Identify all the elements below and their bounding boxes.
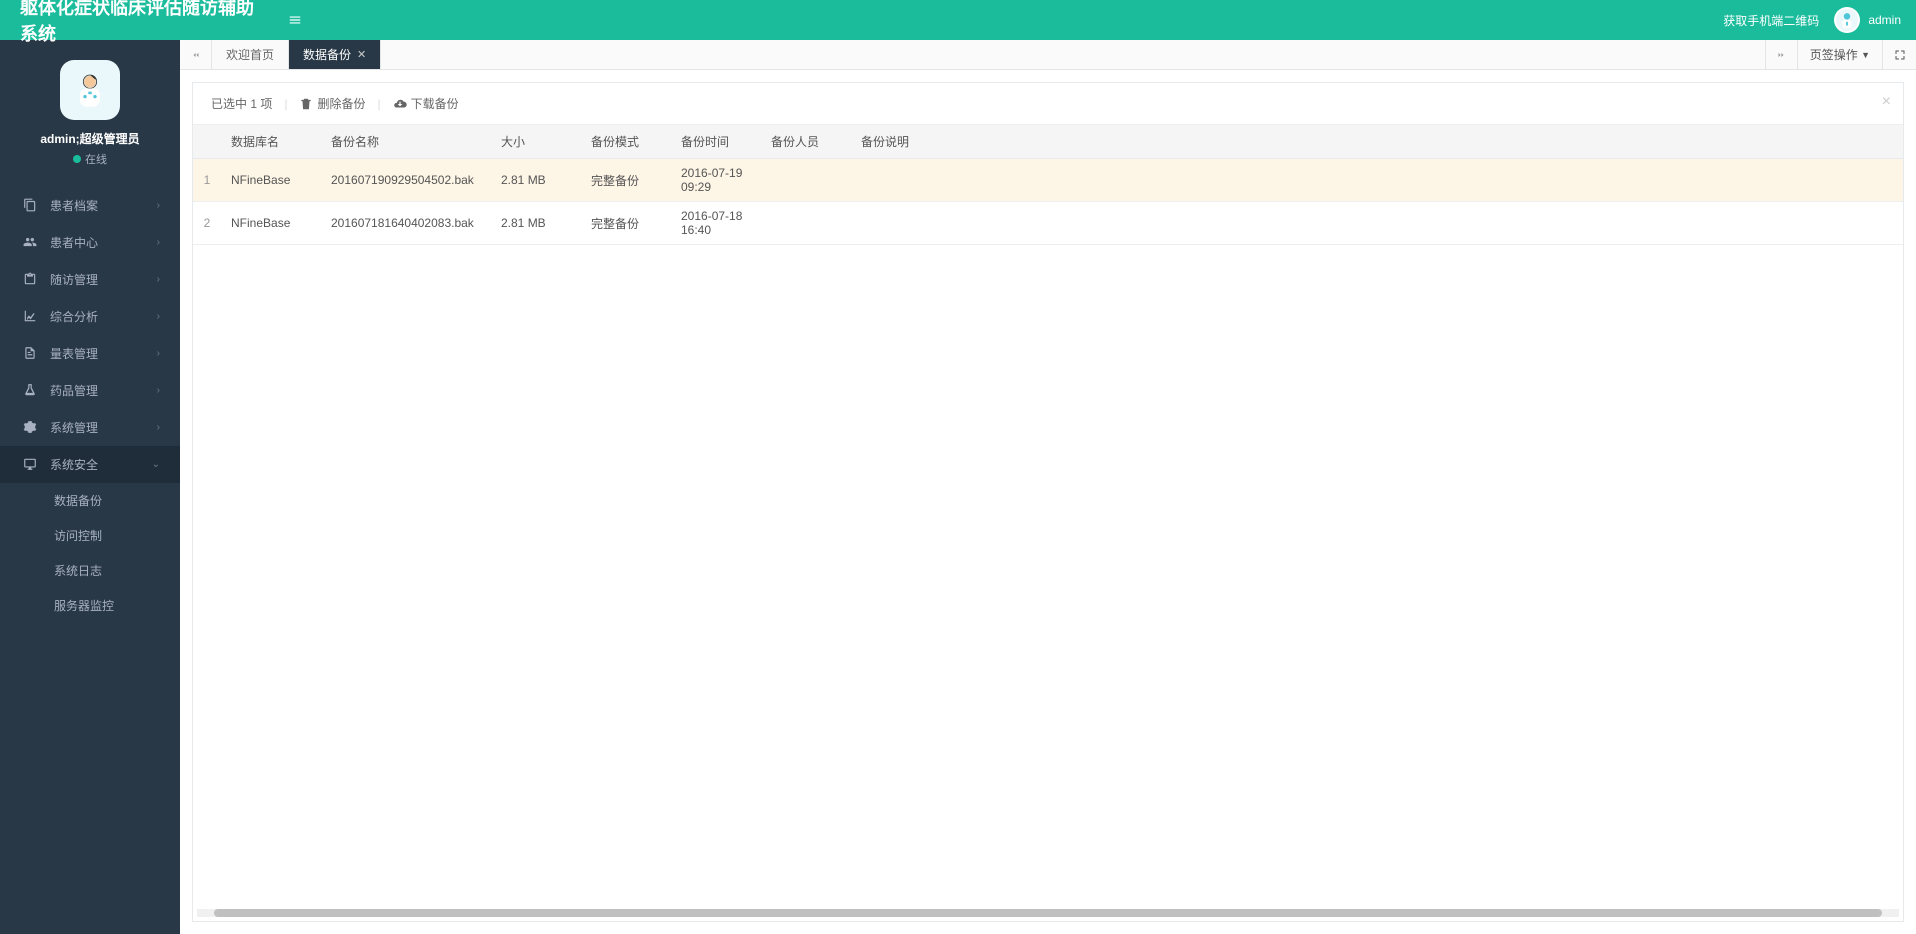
cloud-download-icon [393,97,407,111]
top-header: 躯体化症状临床评估随访辅助系统 获取手机端二维码 admin [0,0,1916,40]
sidebar-item-scale[interactable]: 量表管理 › [0,335,180,372]
user-avatar [60,60,120,120]
subitem-monitor[interactable]: 服务器监控 [0,588,180,623]
col-filename[interactable]: 备份名称 [321,125,491,159]
sidebar-item-patient-center[interactable]: 患者中心 › [0,224,180,261]
sidebar-item-medicine[interactable]: 药品管理 › [0,372,180,409]
subitem-access[interactable]: 访问控制 [0,518,180,553]
chevron-right-icon: › [157,385,160,396]
chevron-down-icon: ⌄ [152,459,160,470]
flask-icon [20,383,40,398]
chevron-right-icon: › [157,311,160,322]
sidebar: admin;超级管理员 在线 患者档案 › 患者中心 › 随访管理 › 综合分析… [0,40,180,934]
avatar [1834,7,1860,33]
sidebar-item-followup[interactable]: 随访管理 › [0,261,180,298]
user-status: 在线 [20,151,160,167]
sidebar-item-sysmanage[interactable]: 系统管理 › [0,409,180,446]
tab-bar: 欢迎首页 数据备份 ✕ 页签操作 ▼ [180,40,1916,70]
chevron-right-icon: › [157,274,160,285]
chart-line-icon [20,309,40,324]
tab-operations-button[interactable]: 页签操作 ▼ [1797,40,1882,69]
sidebar-item-analysis[interactable]: 综合分析 › [0,298,180,335]
chevron-right-icon: › [157,237,160,248]
download-backup-button[interactable]: 下载备份 [393,95,459,112]
scrollbar-thumb[interactable] [214,909,1882,917]
delete-backup-button[interactable]: 删除备份 [299,95,365,112]
list-icon [20,346,40,361]
table-header-row: 数据库名 备份名称 大小 备份模式 备份时间 备份人员 备份说明 [193,125,1903,159]
cogs-icon [20,420,40,435]
avatar-icon [1836,9,1858,31]
table-row[interactable]: 2 NFineBase 201607181640402083.bak 2.81 … [193,202,1903,245]
user-name-label: admin;超级管理员 [20,130,160,147]
horizontal-scrollbar[interactable] [197,909,1899,917]
panel-close-button[interactable]: × [1882,93,1891,111]
tab-backup[interactable]: 数据备份 ✕ [289,40,381,69]
content-panel: × 已选中 1 项 | 删除备份 | 下载备份 [192,82,1904,922]
doctor-avatar-icon [70,70,110,110]
user-menu[interactable]: admin [1834,7,1901,33]
col-size[interactable]: 大小 [491,125,581,159]
users-icon [20,235,40,250]
col-mode[interactable]: 备份模式 [581,125,671,159]
toolbar: 已选中 1 项 | 删除备份 | 下载备份 [193,83,1903,125]
sidebar-toggle-button[interactable] [280,13,310,28]
backup-table: 数据库名 备份名称 大小 备份模式 备份时间 备份人员 备份说明 1 NFine… [193,125,1903,245]
table-row[interactable]: 1 NFineBase 201607190929504502.bak 2.81 … [193,159,1903,202]
col-desc[interactable]: 备份说明 [851,125,1903,159]
clipboard-icon [20,272,40,287]
col-dbname[interactable]: 数据库名 [221,125,321,159]
double-chevron-right-icon [1776,50,1786,60]
sidebar-item-patient-file[interactable]: 患者档案 › [0,187,180,224]
fullscreen-button[interactable] [1882,40,1916,69]
app-title: 躯体化症状临床评估随访辅助系统 [0,0,280,46]
monitor-icon [20,457,40,472]
col-time[interactable]: 备份时间 [671,125,761,159]
file-copy-icon [20,198,40,213]
menu-icon [288,13,302,27]
selected-count-label: 已选中 1 项 [211,95,272,112]
double-chevron-left-icon [191,50,201,60]
caret-down-icon: ▼ [1861,50,1870,60]
col-person[interactable]: 备份人员 [761,125,851,159]
qr-code-link[interactable]: 获取手机端二维码 [1723,12,1819,29]
user-profile-box: admin;超级管理员 在线 [0,40,180,187]
username-label: admin [1868,13,1901,27]
subitem-backup[interactable]: 数据备份 [0,483,180,518]
subitem-log[interactable]: 系统日志 [0,553,180,588]
sidebar-item-security[interactable]: 系统安全 ⌄ [0,446,180,483]
tab-scroll-right-button[interactable] [1765,40,1797,69]
tab-close-button[interactable]: ✕ [357,48,366,61]
chevron-right-icon: › [157,200,160,211]
trash-icon [299,97,313,111]
status-dot-icon [73,155,81,163]
chevron-right-icon: › [157,422,160,433]
chevron-right-icon: › [157,348,160,359]
expand-icon [1894,49,1906,61]
